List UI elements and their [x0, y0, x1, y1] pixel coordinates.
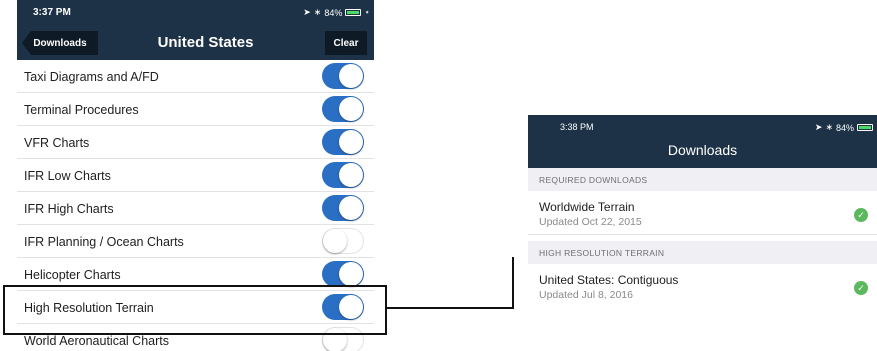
toggle-switch[interactable] — [322, 228, 364, 254]
status-time: 3:38 PM — [560, 122, 594, 132]
list-item-label: VFR Charts — [24, 136, 90, 150]
location-arrow-icon: ➤ — [814, 122, 823, 132]
list-item: IFR Planning / Ocean Charts — [17, 225, 374, 258]
toggle-switch[interactable] — [322, 261, 364, 287]
list-item-label: IFR Low Charts — [24, 169, 111, 183]
list-item-label: IFR High Charts — [24, 202, 114, 216]
section-header: HIGH RESOLUTION TERRAIN — [528, 241, 877, 264]
list-item-label: World Aeronautical Charts — [24, 334, 169, 348]
back-button[interactable]: Downloads — [22, 31, 98, 55]
battery-icon — [345, 9, 362, 16]
toggle-knob — [323, 229, 347, 253]
section-header: REQUIRED DOWNLOADS — [528, 168, 877, 191]
toggle-knob — [339, 130, 363, 154]
right-screen: 3:38 PM ➤ ∗ 84% Downloads REQUIRED DOWNL… — [528, 115, 877, 315]
list-item-label: IFR Planning / Ocean Charts — [24, 235, 184, 249]
download-item-updated: Updated Jul 8, 2016 — [539, 289, 633, 301]
location-arrow-icon: ➤ — [303, 7, 311, 17]
page-title: Downloads — [667, 142, 738, 158]
navigation-bar: 3:37 PM ➤ ∗ 84% ⋆ Downloads United State… — [17, 0, 374, 60]
battery-icon — [857, 124, 873, 131]
toggle-switch[interactable] — [322, 162, 364, 188]
toggle-knob — [339, 262, 363, 286]
status-indicators: ➤ ∗ 84% — [815, 122, 873, 133]
divider — [528, 234, 877, 235]
navigation-bar: 3:38 PM ➤ ∗ 84% Downloads — [528, 115, 877, 168]
toggle-knob — [339, 196, 363, 220]
list-item-label: Taxi Diagrams and A/FD — [24, 70, 159, 84]
download-item-updated: Updated Oct 22, 2015 — [539, 216, 642, 228]
toggle-knob — [339, 97, 363, 121]
toggle-knob — [339, 163, 363, 187]
connector-line — [386, 307, 514, 309]
toggle-switch[interactable] — [322, 195, 364, 221]
toggle-switch[interactable] — [322, 63, 364, 89]
toggle-knob — [339, 64, 363, 88]
battery-percent: 84% — [324, 7, 343, 18]
download-item[interactable]: Worldwide Terrain Updated Oct 22, 2015 ✓ — [528, 193, 877, 233]
page-title: United States — [157, 34, 254, 51]
bluetooth-icon: ∗ — [825, 122, 833, 132]
toggle-switch[interactable] — [322, 96, 364, 122]
list-item: Taxi Diagrams and A/FD — [17, 60, 374, 93]
toggle-switch[interactable] — [322, 129, 364, 155]
download-item-title: United States: Contiguous — [539, 273, 679, 287]
list-item-label: Terminal Procedures — [24, 103, 139, 117]
download-item-title: Worldwide Terrain — [539, 200, 635, 214]
clear-button[interactable]: Clear — [325, 31, 367, 55]
check-circle-icon: ✓ — [854, 281, 868, 295]
battery-percent: 84% — [835, 122, 854, 133]
check-circle-icon: ✓ — [854, 208, 868, 222]
list-item: IFR Low Charts — [17, 159, 374, 192]
status-indicators: ➤ ∗ 84% ⋆ — [303, 7, 370, 18]
charging-icon: ⋆ — [364, 7, 370, 17]
highlight-box — [3, 285, 387, 335]
connector-line — [512, 257, 514, 309]
bluetooth-icon: ∗ — [313, 7, 322, 17]
list-item: VFR Charts — [17, 126, 374, 159]
list-item: IFR High Charts — [17, 192, 374, 225]
list-item-label: Helicopter Charts — [24, 268, 121, 282]
download-item[interactable]: United States: Contiguous Updated Jul 8,… — [528, 266, 877, 306]
list-item: Terminal Procedures — [17, 93, 374, 126]
status-time: 3:37 PM — [33, 7, 71, 18]
